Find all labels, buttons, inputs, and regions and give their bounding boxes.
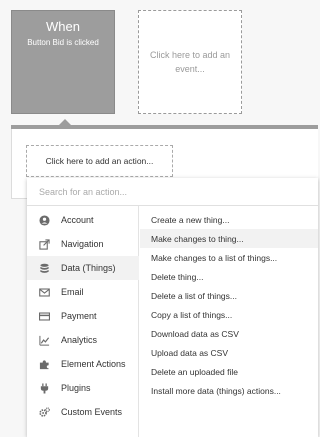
category-data-things[interactable]: Data (Things) [27, 256, 139, 280]
category-element-actions[interactable]: Element Actions [27, 352, 139, 376]
email-icon [38, 286, 50, 298]
category-label: Navigation [61, 239, 104, 249]
action-list: Create a new thing... Make changes to th… [140, 206, 318, 437]
analytics-icon [38, 334, 50, 346]
category-label: Plugins [61, 383, 91, 393]
category-account[interactable]: Account [27, 208, 139, 232]
category-label: Payment [61, 311, 97, 321]
action-dropdown: Account Navigation Data (Things) Email P… [27, 178, 318, 437]
account-icon [38, 214, 50, 226]
category-analytics[interactable]: Analytics [27, 328, 139, 352]
category-list: Account Navigation Data (Things) Email P… [27, 206, 139, 437]
action-item[interactable]: Copy a list of things... [140, 305, 318, 324]
category-label: Email [61, 287, 84, 297]
event-subtitle: Button Bid is clicked [27, 38, 99, 47]
database-icon [38, 262, 50, 274]
plug-icon [38, 382, 50, 394]
action-item[interactable]: Delete a list of things... [140, 286, 318, 305]
category-plugins[interactable]: Plugins [27, 376, 139, 400]
action-search-input[interactable] [27, 178, 318, 206]
action-item[interactable]: Create a new thing... [140, 210, 318, 229]
puzzle-icon [38, 358, 50, 370]
action-item[interactable]: Make changes to a list of things... [140, 248, 318, 267]
category-custom-events[interactable]: Custom Events [27, 400, 139, 424]
add-event-label: Click here to add an event... [149, 50, 231, 74]
action-item[interactable]: Install more data (things) actions... [140, 381, 318, 400]
action-item[interactable]: Upload data as CSV [140, 343, 318, 362]
event-card[interactable]: When Button Bid is clicked [11, 10, 115, 114]
category-label: Analytics [61, 335, 98, 345]
category-label: Account [61, 215, 94, 225]
navigation-icon [38, 238, 50, 250]
add-action-button[interactable]: Click here to add an action... [26, 145, 173, 177]
add-action-label: Click here to add an action... [45, 156, 154, 166]
category-label: Custom Events [61, 407, 123, 417]
action-item[interactable]: Download data as CSV [140, 324, 318, 343]
category-payment[interactable]: Payment [27, 304, 139, 328]
category-label: Data (Things) [61, 263, 116, 273]
event-title: When [46, 19, 80, 34]
category-navigation[interactable]: Navigation [27, 232, 139, 256]
action-item[interactable]: Make changes to thing... [140, 229, 318, 248]
add-event-button[interactable]: Click here to add an event... [138, 10, 242, 114]
category-label: Element Actions [61, 359, 126, 369]
gears-icon [38, 406, 50, 418]
action-item[interactable]: Delete an uploaded file [140, 362, 318, 381]
action-item[interactable]: Delete thing... [140, 267, 318, 286]
category-email[interactable]: Email [27, 280, 139, 304]
payment-icon [38, 310, 50, 322]
